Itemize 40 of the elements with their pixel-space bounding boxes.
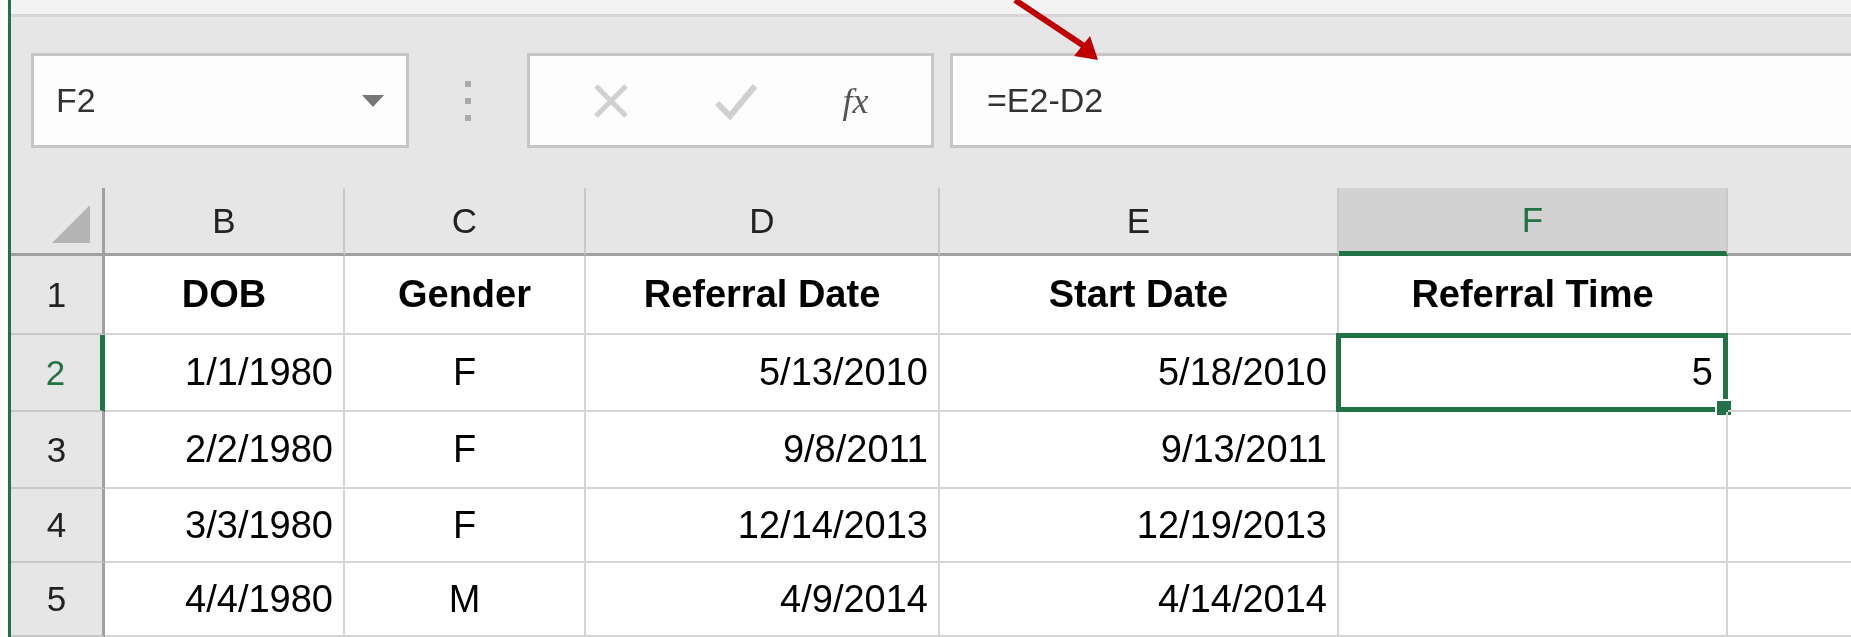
table-cell: 5/13/2010 [586,335,940,412]
column-header[interactable]: D [586,188,940,256]
fill-handle[interactable] [1715,399,1733,417]
row-header[interactable]: 1 [11,256,105,335]
select-all-icon[interactable] [52,205,90,243]
column-header[interactable]: E [940,188,1339,256]
table-cell: 3/3/1980 [105,489,345,563]
table-cell: 9/13/2011 [940,412,1339,489]
table-cell: 12/19/2013 [940,489,1339,563]
column-title-cell: Referral Time [1339,256,1728,335]
table-cell: 2/2/1980 [105,412,345,489]
row-header[interactable]: 5 [11,563,105,637]
table-cell: 1/1/1980 [105,335,345,412]
row-header[interactable]: 3 [11,412,105,489]
row-header[interactable]: 4 [11,489,105,563]
column-header[interactable]: C [345,188,586,256]
table-cell: 4/4/1980 [105,563,345,637]
grip-icon [464,80,472,121]
column-title-cell: DOB [105,256,345,335]
table-cell: 4/9/2014 [586,563,940,637]
table-cell: F [345,335,586,412]
table-cell: 9/8/2011 [586,412,940,489]
table-cell: 12/14/2013 [586,489,940,563]
table-cell: F [345,489,586,563]
formula-field[interactable]: =E2-D2 [950,53,1851,148]
name-box[interactable]: F2 [31,53,409,148]
cancel-icon[interactable] [592,82,629,119]
table-cell: 5/18/2010 [940,335,1339,412]
dropdown-caret-icon[interactable] [362,94,384,107]
column-header[interactable]: F [1339,188,1728,256]
column-title-cell: Referral Date [586,256,940,335]
row-header[interactable]: 2 [11,335,105,412]
column-header[interactable]: B [105,188,345,256]
table-cell: M [345,563,586,637]
column-header[interactable] [1728,188,1851,256]
insert-function-button[interactable]: fx [842,79,869,122]
table-cell: F [345,412,586,489]
column-title-cell: Gender [345,256,586,335]
table-cell: 4/14/2014 [940,563,1339,637]
column-title-cell: Start Date [940,256,1339,335]
